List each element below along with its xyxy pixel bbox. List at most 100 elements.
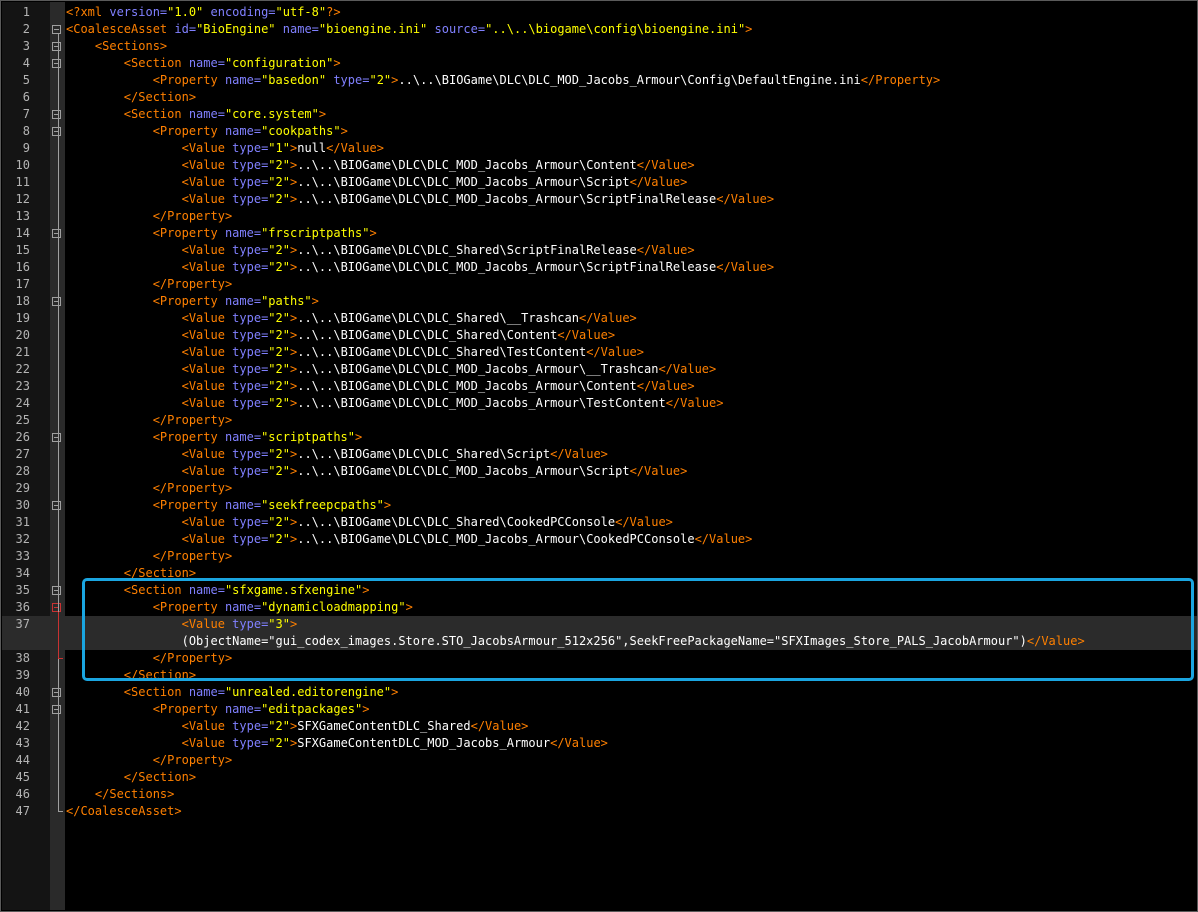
minus-box-icon[interactable] (52, 603, 61, 612)
code-line[interactable]: 26 <Property name="scriptpaths"> (2, 429, 1197, 446)
code-line[interactable]: 17 </Property> (2, 276, 1197, 293)
code-token: <Property (152, 600, 225, 614)
code-token: ..\..\BIOGame\DLC\DLC_Shared\ScriptFinal… (297, 243, 637, 257)
code-line[interactable]: 5 <Property name="basedon" type="2">..\.… (2, 72, 1197, 89)
code-line[interactable]: 39 </Section> (2, 667, 1197, 684)
code-text: <Value type="2">..\..\BIOGame\DLC\DLC_MO… (66, 191, 774, 208)
minus-box-icon[interactable] (52, 42, 61, 51)
code-line[interactable]: 34 </Section> (2, 565, 1197, 582)
code-token: "2" (268, 243, 290, 257)
code-token: ..\..\BIOGame\DLC\DLC_Shared\__Trashcan (297, 311, 579, 325)
code-token: ..\..\BIOGame\DLC\DLC_MOD_Jacobs_Armour\… (297, 158, 637, 172)
code-line[interactable]: 21 <Value type="2">..\..\BIOGame\DLC\DLC… (2, 344, 1197, 361)
code-line[interactable]: 10 <Value type="2">..\..\BIOGame\DLC\DLC… (2, 157, 1197, 174)
code-text: <Value type="2">..\..\BIOGame\DLC\DLC_Sh… (66, 327, 616, 344)
code-line[interactable]: 9 <Value type="1">null</Value> (2, 140, 1197, 157)
code-line[interactable]: 12 <Value type="2">..\..\BIOGame\DLC\DLC… (2, 191, 1197, 208)
minus-box-icon[interactable] (52, 586, 61, 595)
code-token: </Value> (629, 464, 688, 478)
code-line[interactable]: 33 </Property> (2, 548, 1197, 565)
code-line[interactable]: 24 <Value type="2">..\..\BIOGame\DLC\DLC… (2, 395, 1197, 412)
code-line[interactable]: 8 <Property name="cookpaths"> (2, 123, 1197, 140)
line-number: 10 (15, 158, 30, 172)
minus-box-icon[interactable] (52, 59, 61, 68)
code-line[interactable]: 15 <Value type="2">..\..\BIOGame\DLC\DLC… (2, 242, 1197, 259)
code-line[interactable]: 11 <Value type="2">..\..\BIOGame\DLC\DLC… (2, 174, 1197, 191)
code-line[interactable]: 46 </Sections> (2, 786, 1197, 803)
code-line[interactable]: 31 <Value type="2">..\..\BIOGame\DLC\DLC… (2, 514, 1197, 531)
minus-box-icon[interactable] (52, 433, 61, 442)
code-line[interactable]: 28 <Value type="2">..\..\BIOGame\DLC\DLC… (2, 463, 1197, 480)
code-line[interactable]: 19 <Value type="2">..\..\BIOGame\DLC\DLC… (2, 310, 1197, 327)
code-line[interactable]: 41 <Property name="editpackages"> (2, 701, 1197, 718)
code-line[interactable]: 3 <Sections> (2, 38, 1197, 55)
code-line[interactable]: 35 <Section name="sfxgame.sfxengine"> (2, 582, 1197, 599)
code-line[interactable]: 13 </Property> (2, 208, 1197, 225)
line-number: 24 (15, 396, 30, 410)
line-number: 39 (15, 668, 30, 682)
code-token: name= (224, 226, 262, 240)
code-editor[interactable]: 1 <?xml version="1.0" encoding="utf-8"?> 2… (0, 0, 1198, 912)
code-token: encoding= (203, 5, 276, 19)
code-line[interactable]: 16 <Value type="2">..\..\BIOGame\DLC\DLC… (2, 259, 1197, 276)
line-number: 14 (15, 226, 30, 240)
code-line[interactable]: 44 </Property> (2, 752, 1197, 769)
code-token: <Property (152, 430, 225, 444)
code-token: </Property> (152, 209, 233, 223)
minus-box-icon[interactable] (52, 25, 61, 34)
code-line[interactable]: 42 <Value type="2">SFXGameContentDLC_Sha… (2, 718, 1197, 735)
code-line[interactable]: 18 <Property name="paths"> (2, 293, 1197, 310)
code-token: </Section> (123, 668, 197, 682)
code-token: </Section> (123, 566, 197, 580)
code-token: <?xml (66, 5, 110, 19)
code-line[interactable]: 30 <Property name="seekfreepcpaths"> (2, 497, 1197, 514)
code-token: name= (224, 430, 262, 444)
code-token: "2" (268, 345, 290, 359)
code-token: > (745, 22, 753, 36)
code-line[interactable]: 4 <Section name="configuration"> (2, 55, 1197, 72)
minus-box-icon[interactable] (52, 705, 61, 714)
code-line[interactable]: 6 </Section> (2, 89, 1197, 106)
fold-guide-end (58, 658, 63, 659)
code-line[interactable]: 14 <Property name="frscriptpaths"> (2, 225, 1197, 242)
code-token: > (362, 702, 370, 716)
code-line[interactable]: (ObjectName="gui_codex_images.Store.STO_… (2, 633, 1197, 650)
code-line[interactable]: 20 <Value type="2">..\..\BIOGame\DLC\DLC… (2, 327, 1197, 344)
code-token: <Section (123, 583, 189, 597)
minus-box-icon[interactable] (52, 110, 61, 119)
code-line[interactable]: 7 <Section name="core.system"> (2, 106, 1197, 123)
code-token: </Property> (152, 651, 233, 665)
code-token: <Value (181, 260, 233, 274)
code-line[interactable]: 37 <Value type="3"> (2, 616, 1197, 633)
code-line[interactable]: 27 <Value type="2">..\..\BIOGame\DLC\DLC… (2, 446, 1197, 463)
code-line[interactable]: 47 </CoalesceAsset> (2, 803, 1197, 820)
code-token: name= (188, 583, 225, 597)
code-line[interactable]: 25 </Property> (2, 412, 1197, 429)
minus-box-icon[interactable] (52, 501, 61, 510)
code-line[interactable]: 1 <?xml version="1.0" encoding="utf-8"?> (2, 4, 1197, 21)
code-line[interactable]: 36 <Property name="dynamicloadmapping"> (2, 599, 1197, 616)
code-line[interactable]: 2 <CoalesceAsset id="BioEngine" name="bio… (2, 21, 1197, 38)
code-line[interactable]: 22 <Value type="2">..\..\BIOGame\DLC\DLC… (2, 361, 1197, 378)
code-text: <Value type="2">..\..\BIOGame\DLC\DLC_Sh… (66, 446, 608, 463)
code-line[interactable]: 29 </Property> (2, 480, 1197, 497)
code-token: </Value> (636, 158, 695, 172)
minus-box-icon[interactable] (52, 688, 61, 697)
minus-box-icon[interactable] (52, 297, 61, 306)
code-line[interactable]: 45 </Section> (2, 769, 1197, 786)
line-number: 16 (15, 260, 30, 274)
code-line[interactable]: 40 <Section name="unrealed.editorengine"… (2, 684, 1197, 701)
code-line[interactable]: 32 <Value type="2">..\..\BIOGame\DLC\DLC… (2, 531, 1197, 548)
code-token: </Value> (658, 362, 717, 376)
minus-box-icon[interactable] (52, 229, 61, 238)
code-line[interactable]: 23 <Value type="2">..\..\BIOGame\DLC\DLC… (2, 378, 1197, 395)
code-token: ..\..\BIOGame\DLC\DLC_MOD_Jacobs_Armour\… (398, 73, 861, 87)
minus-box-icon[interactable] (52, 127, 61, 136)
code-token: type= (232, 175, 269, 189)
code-line[interactable]: 43 <Value type="2">SFXGameContentDLC_MOD… (2, 735, 1197, 752)
code-line[interactable]: 38 </Property> (2, 650, 1197, 667)
